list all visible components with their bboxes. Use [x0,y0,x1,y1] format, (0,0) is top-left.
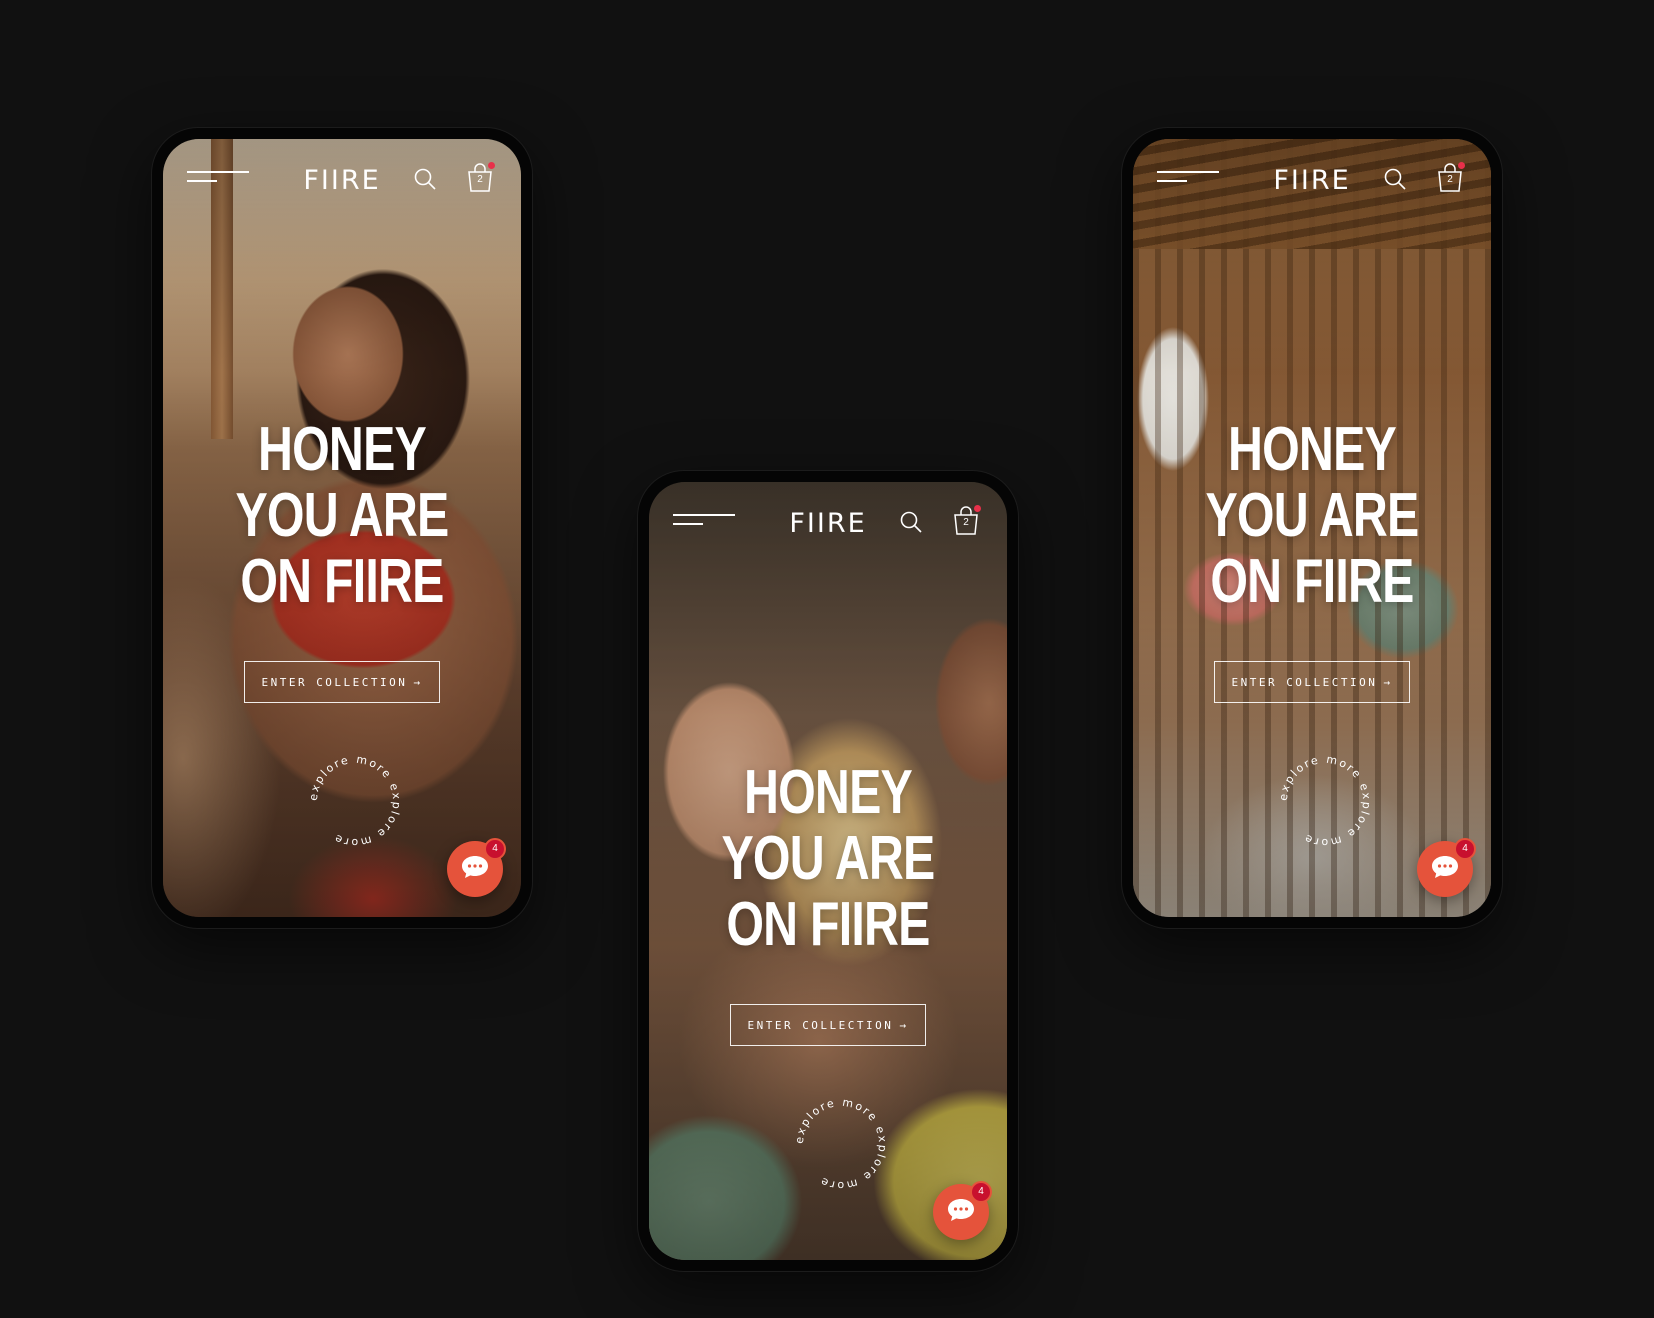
headline-line-2: YOU ARE [235,481,449,550]
phone-mockup-2: FIIRE 2 HONEY YOU ARE ON FIIRE ENTER COL… [638,471,1018,1271]
headline-line-3: ON FIIRE [240,547,444,616]
chat-bubble-icon [948,1199,974,1221]
hero-headline: HONEY YOU ARE ON FIIRE [1172,417,1451,615]
arrow-right-icon: → [1383,675,1393,689]
cart-notification-dot [488,162,495,169]
shopping-bag-icon[interactable]: 2 [1435,162,1465,193]
explore-more-text: explore more explore more [307,753,401,849]
brand-logo[interactable]: FIIRE [789,508,866,539]
cart-count: 2 [1447,174,1453,185]
site-header: FIIRE 2 [1133,162,1491,196]
cta-label: ENTER COLLECTION [261,675,408,689]
explore-more-badge[interactable]: explore more explore more [1275,751,1375,851]
chat-button[interactable]: 4 [933,1181,992,1240]
headline-line-3: ON FIIRE [726,890,930,959]
enter-collection-button[interactable]: ENTER COLLECTION → [730,1004,926,1046]
chat-bubble-icon [1432,856,1458,878]
phone-mockup-1: FIIRE 2 HONEY YOU ARE ON FIIRE ENTER COL… [152,128,532,928]
explore-more-text: explore more explore more [1277,753,1371,849]
shopping-bag-icon[interactable]: 2 [951,505,981,536]
explore-more-badge[interactable]: explore more explore more [791,1094,891,1194]
enter-collection-button[interactable]: ENTER COLLECTION → [1214,661,1410,703]
svg-text:explore more explore more: explore more explore more [793,1096,889,1192]
explore-more-text: explore more explore more [793,1096,887,1192]
hamburger-icon[interactable] [673,514,735,528]
headline-line-1: HONEY [257,415,427,484]
enter-collection-button[interactable]: ENTER COLLECTION → [244,661,440,703]
site-header: FIIRE 2 [649,505,1007,539]
phone-screen: FIIRE 2 HONEY YOU ARE ON FIIRE ENTER COL… [163,139,521,917]
cart-count: 2 [963,517,969,528]
cart-notification-dot [1458,162,1465,169]
headline-line-2: YOU ARE [1205,481,1419,550]
hero-headline: HONEY YOU ARE ON FIIRE [688,760,967,958]
cta-label: ENTER COLLECTION [1231,675,1378,689]
search-icon[interactable] [1383,167,1407,191]
brand-logo[interactable]: FIIRE [303,165,380,196]
phone-screen: FIIRE 2 HONEY YOU ARE ON FIIRE ENTER COL… [1133,139,1491,917]
chat-notification-badge: 4 [970,1181,992,1203]
search-icon[interactable] [899,510,923,534]
site-header: FIIRE 2 [163,162,521,196]
hamburger-icon[interactable] [187,171,249,185]
svg-text:explore more explore more: explore more explore more [1277,753,1373,849]
headline-line-2: YOU ARE [721,824,935,893]
svg-text:explore more explore more: explore more explore more [307,753,403,849]
chat-notification-badge: 4 [1454,838,1476,860]
chat-bubble-icon [462,856,488,878]
headline-line-1: HONEY [743,758,913,827]
hamburger-icon[interactable] [1157,171,1219,185]
hero-headline: HONEY YOU ARE ON FIIRE [202,417,481,615]
shopping-bag-icon[interactable]: 2 [465,162,495,193]
phone-screen: FIIRE 2 HONEY YOU ARE ON FIIRE ENTER COL… [649,482,1007,1260]
chat-notification-badge: 4 [484,838,506,860]
cart-count: 2 [477,174,483,185]
brand-logo[interactable]: FIIRE [1273,165,1350,196]
arrow-right-icon: → [899,1018,909,1032]
phone-mockup-3: FIIRE 2 HONEY YOU ARE ON FIIRE ENTER COL… [1122,128,1502,928]
chat-button[interactable]: 4 [1417,838,1476,897]
chat-button[interactable]: 4 [447,838,506,897]
cta-label: ENTER COLLECTION [747,1018,894,1032]
cart-notification-dot [974,505,981,512]
headline-line-3: ON FIIRE [1210,547,1414,616]
arrow-right-icon: → [413,675,423,689]
explore-more-badge[interactable]: explore more explore more [305,751,405,851]
headline-line-1: HONEY [1227,415,1397,484]
search-icon[interactable] [413,167,437,191]
